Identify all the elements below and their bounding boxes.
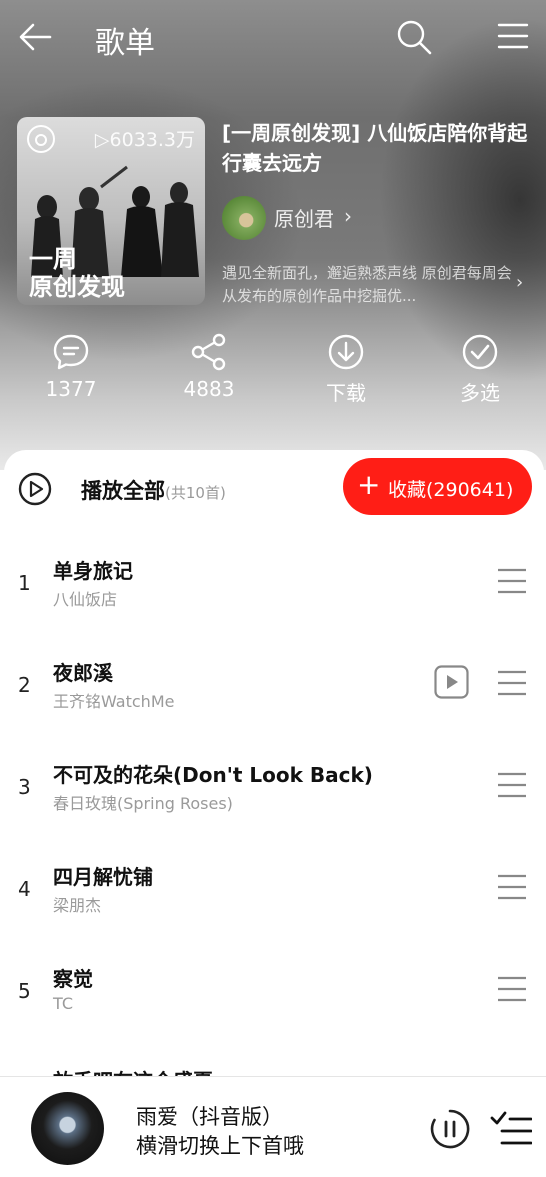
playlist-title: [一周原创发现] 八仙饭店陪你背起行囊去远方 [222,121,528,175]
song-index: 5 [18,979,31,1003]
playlist-queue-icon[interactable] [490,1110,532,1148]
song-list: 1 单身旅记 八仙饭店 2 夜郎溪 王齐铭WatchMe 3 不可及的花朵(Do… [0,540,546,1076]
pause-icon[interactable] [430,1109,470,1149]
plus-icon: + [357,468,381,501]
song-count: (共10首) [165,484,226,502]
song-artist: 梁朋杰 [53,896,102,915]
page-title: 歌单 [95,26,155,61]
song-row[interactable]: 5 察觉 TC [0,948,546,1050]
song-artist: TC [53,994,74,1013]
download-button[interactable]: 下载 [296,333,396,413]
drag-handle-icon[interactable] [497,568,527,594]
collect-button[interactable]: + 收藏(290641) [343,458,532,515]
netease-logo-icon [27,125,55,153]
download-icon [328,334,364,370]
top-bar: 歌单 [0,0,546,78]
collect-label: 收藏(290641) [388,479,514,501]
drag-handle-icon[interactable] [497,670,527,696]
share-button[interactable]: 4883 [159,333,259,413]
now-playing-title: 雨爱（抖音版） [136,1105,283,1129]
song-row[interactable]: 6 放手吧在这个盛夏 [0,1050,546,1076]
song-artist: 八仙饭店 [53,590,118,609]
song-index: 4 [18,877,31,901]
comment-icon [53,334,89,370]
back-arrow-icon[interactable] [18,22,52,52]
comment-button[interactable]: 1377 [21,333,121,413]
creator-name: 原创君 [274,207,334,231]
song-artist: 王齐铭WatchMe [53,692,175,711]
menu-icon[interactable] [497,22,529,50]
chevron-right-icon: › [344,204,352,228]
album-disc[interactable] [31,1092,104,1165]
mv-play-icon[interactable] [434,665,469,699]
song-title: 不可及的花朵(Don't Look Back) [53,763,373,787]
song-title: 单身旅记 [53,559,133,583]
song-title: 四月解忧铺 [53,865,153,889]
comment-count: 1377 [45,377,97,401]
play-count: ▷6033.3万 [94,129,195,151]
song-artist: 春日玫瑰(Spring Roses) [53,794,233,813]
multiselect-button[interactable]: 多选 [430,333,530,413]
song-row[interactable]: 1 单身旅记 八仙饭店 [0,540,546,642]
song-row[interactable]: 4 四月解忧铺 梁朋杰 [0,846,546,948]
creator-link[interactable]: 原创君 › [222,196,422,240]
play-all-icon[interactable] [18,472,52,506]
swipe-hint: 横滑切换上下首哦 [136,1134,304,1158]
mini-player[interactable]: 雨爱（抖音版） 横滑切换上下首哦 [0,1076,546,1177]
search-icon[interactable] [396,19,432,55]
playlist-description[interactable]: 遇见全新面孔，邂逅熟悉声线 原创君每周会从发布的原创作品中挖掘优... [222,262,512,308]
drag-handle-icon[interactable] [497,772,527,798]
playlist-cover[interactable]: ▷6033.3万 一周 原创发现 [17,117,205,305]
download-label: 下载 [326,381,366,405]
song-row[interactable]: 2 夜郎溪 王齐铭WatchMe [0,642,546,744]
song-title: 夜郎溪 [53,661,113,685]
song-index: 3 [18,775,31,799]
cover-caption-line-2: 原创发现 [29,273,125,301]
creator-avatar [222,196,266,240]
song-row[interactable]: 3 不可及的花朵(Don't Look Back) 春日玫瑰(Spring Ro… [0,744,546,846]
chevron-right-icon[interactable]: › [516,272,523,293]
checkmark-circle-icon [462,334,498,370]
share-count: 4883 [183,377,235,401]
drag-handle-icon[interactable] [497,874,527,900]
play-all-button[interactable]: 播放全部(共10首) [81,475,226,505]
song-title: 放手吧在这个盛夏 [53,1065,213,1076]
multiselect-label: 多选 [460,381,500,405]
play-all-label: 播放全部 [81,479,165,503]
song-index: 1 [18,571,31,595]
song-index: 2 [18,673,31,697]
song-title: 察觉 [53,967,93,991]
drag-handle-icon[interactable] [497,976,527,1002]
share-icon [191,333,226,371]
